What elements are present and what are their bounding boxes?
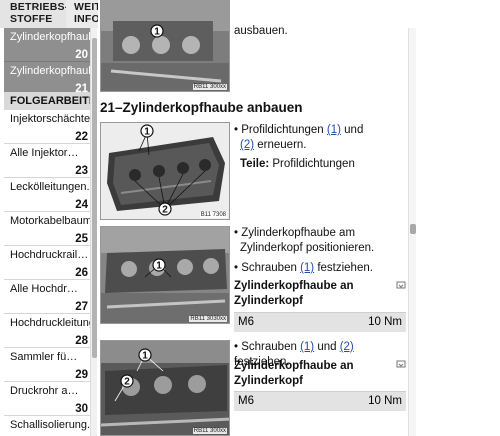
sidebar-item-number: 27 <box>75 301 88 313</box>
callout-1: 1 <box>142 351 148 362</box>
instruction-text: festziehen. <box>314 262 373 274</box>
sidebar-item-number: 25 <box>75 233 88 245</box>
torque-spec-title-line: Zylinderkopf <box>234 295 304 307</box>
previous-step-text: ausbauen. <box>234 25 288 37</box>
step-title: 21–Zylinderkopfhaube anbauen <box>100 100 303 115</box>
reference-link-1[interactable]: (1) <box>327 124 341 136</box>
torque-spec-title-line: Zylinderkopfhaube an <box>234 360 354 372</box>
picture-code: RB11 300xx <box>192 428 227 434</box>
sidebar-item-label: Zylinderkopfhaube <box>10 31 90 43</box>
sidebar-item-label: Hochdruckleitung <box>10 317 90 329</box>
sidebar-item-label: Zylinderkopfhaube <box>10 65 90 77</box>
tab-betriebsstoffe[interactable]: BETRIEBS- STOFFE <box>0 0 68 28</box>
parts-value: Profildichtungen <box>269 158 355 170</box>
bullet-icon: • <box>234 227 239 239</box>
torque-spec-title: Zylinderkopfhaube an Zylinderkopf <box>234 279 406 309</box>
engine-illustration: 1 2 <box>101 341 229 435</box>
callout-1: 1 <box>156 261 162 272</box>
sidebar-item-number: 20 <box>75 49 88 61</box>
cylinder-head-cover-photo[interactable]: 1 2 B11 7308 <box>100 122 230 220</box>
sidebar-item-label: Druckrohr a… <box>10 385 79 397</box>
sidebar-item-step-30[interactable]: Druckrohr a… 30 <box>4 382 90 416</box>
sidebar-item-step-28[interactable]: Hochdruckleitung 28 <box>4 314 90 348</box>
callout-2: 2 <box>124 377 130 388</box>
sidebar-item-step-23[interactable]: Alle Injektor… 23 <box>4 144 90 178</box>
torque-value: 10 Nm <box>368 395 402 407</box>
parts-label: Teile: <box>240 158 270 170</box>
parts-line: Teile: Profildichtungen <box>234 157 355 172</box>
instruction-position-cover: • Zylinderkopfhaube am Zylinderkopf posi… <box>234 226 406 256</box>
instruction-text: Zylinderkopf positionieren. <box>240 242 375 254</box>
torque-thread-size: M6 <box>238 395 254 407</box>
sidebar-item-label: Hochdruckrail… <box>10 249 89 261</box>
picture-code: RB11 3030xx <box>189 316 227 322</box>
cylinder-head-cover-illustration: 1 2 <box>101 123 229 219</box>
sidebar-item-number: 22 <box>75 131 88 143</box>
reference-link-2[interactable]: (2) <box>240 139 254 151</box>
sidebar-item-number: 30 <box>75 403 88 415</box>
sidebar-item-label: Alle Injektor… <box>10 147 79 159</box>
sidebar-item-label: Schallisolierung. <box>10 419 90 431</box>
sidebar-item-number: 29 <box>75 369 88 381</box>
engine-illustration: 1 <box>101 1 229 91</box>
reference-link-2[interactable]: (2) <box>340 341 354 353</box>
sidebar-item-step-26[interactable]: Hochdruckrail… 26 <box>4 246 90 280</box>
sidebar-item-step-20[interactable]: Zylinderkopfhaube 20 <box>4 28 90 62</box>
instruction-replace-seals: • Profildichtungen (1) und (2) erneuern. <box>234 123 406 153</box>
sidebar-item-label: Alle Hochdr… <box>10 283 78 295</box>
sidebar-item-step-21[interactable]: Zylinderkopfhaube 21 <box>4 62 90 96</box>
instruction-text: und <box>340 124 364 136</box>
torque-spec-title: Zylinderkopfhaube an Zylinderkopf <box>234 359 406 389</box>
sidebar-item-number: 24 <box>75 199 88 211</box>
sidebar-item-step-31[interactable]: Schallisolierung. 31 <box>4 416 90 436</box>
engine-photo-previous[interactable]: 1 RB11 300xx <box>100 0 230 92</box>
sidebar-step-list: Zylinderkopfhaube 20 Zylinderkopfhaube 2… <box>4 28 90 436</box>
sidebar-item-label: Sammler fü… <box>10 351 78 363</box>
main-content: 1 RB11 300xx ausbauen. 21–Zylinderkopfha… <box>98 0 408 436</box>
reference-link-1[interactable]: (1) <box>300 262 314 274</box>
reference-link-1[interactable]: (1) <box>300 341 314 353</box>
sidebar-item-label: Motorkabelbaum <box>10 215 90 227</box>
sidebar-item-label: Lecköl­leitungen. <box>10 181 90 193</box>
callout-1: 1 <box>144 127 150 138</box>
instruction-tighten-screws: • Schrauben (1) festziehen. <box>234 261 406 276</box>
sidebar-item-number: 26 <box>75 267 88 279</box>
torque-spec-row: M6 10 Nm <box>234 312 406 332</box>
instruction-text: Profildichtungen <box>241 124 327 136</box>
instruction-text: erneuern. <box>254 139 307 151</box>
bullet-icon: • <box>234 124 239 136</box>
picture-code: RB11 300xx <box>192 84 227 90</box>
bullet-icon: • <box>234 341 239 353</box>
instruction-text: Schrauben <box>241 262 301 274</box>
torque-thread-size: M6 <box>238 316 254 328</box>
sidebar-item-number: 23 <box>75 165 88 177</box>
sidebar-item-step-22[interactable]: Injektorschächte 22 <box>4 110 90 144</box>
sidebar-scrollbar[interactable] <box>90 28 97 436</box>
sidebar-item-step-29[interactable]: Sammler fü… 29 <box>4 348 90 382</box>
sidebar-heading-folgearbeiten: FOLGEARBEITEN <box>4 92 90 110</box>
callout-1: 1 <box>154 27 160 38</box>
main-scrollbar[interactable] <box>408 28 416 436</box>
sidebar-item-step-25[interactable]: Motorkabelbaum 25 <box>4 212 90 246</box>
torque-value: 10 Nm <box>368 316 402 328</box>
sidebar-scrollbar-thumb[interactable] <box>92 38 97 358</box>
engine-illustration: 1 <box>101 227 229 323</box>
torque-spec-row: M6 10 Nm <box>234 391 406 411</box>
callout-2: 2 <box>162 205 168 216</box>
engine-photo-tighten-screws[interactable]: 1 2 RB11 300xx <box>100 340 230 436</box>
instruction-text: Schrauben <box>241 341 301 353</box>
sidebar-item-label: Injektorschächte <box>10 113 90 125</box>
sidebar-item-step-24[interactable]: Lecköl­leitungen. 24 <box>4 178 90 212</box>
sidebar-item-step-27[interactable]: Alle Hochdr… 27 <box>4 280 90 314</box>
main-scrollbar-thumb[interactable] <box>410 224 416 234</box>
bullet-icon: • <box>234 262 239 274</box>
sidebar-item-number: 28 <box>75 335 88 347</box>
engine-photo-position-cover[interactable]: 1 RB11 3030xx <box>100 226 230 324</box>
picture-code: B11 7308 <box>199 212 227 218</box>
instruction-text: und <box>314 341 340 353</box>
instruction-text: Zylinderkopfhaube am <box>241 227 356 239</box>
torque-spec-title-line: Zylinderkopfhaube an <box>234 280 354 292</box>
torque-spec-title-line: Zylinderkopf <box>234 375 304 387</box>
